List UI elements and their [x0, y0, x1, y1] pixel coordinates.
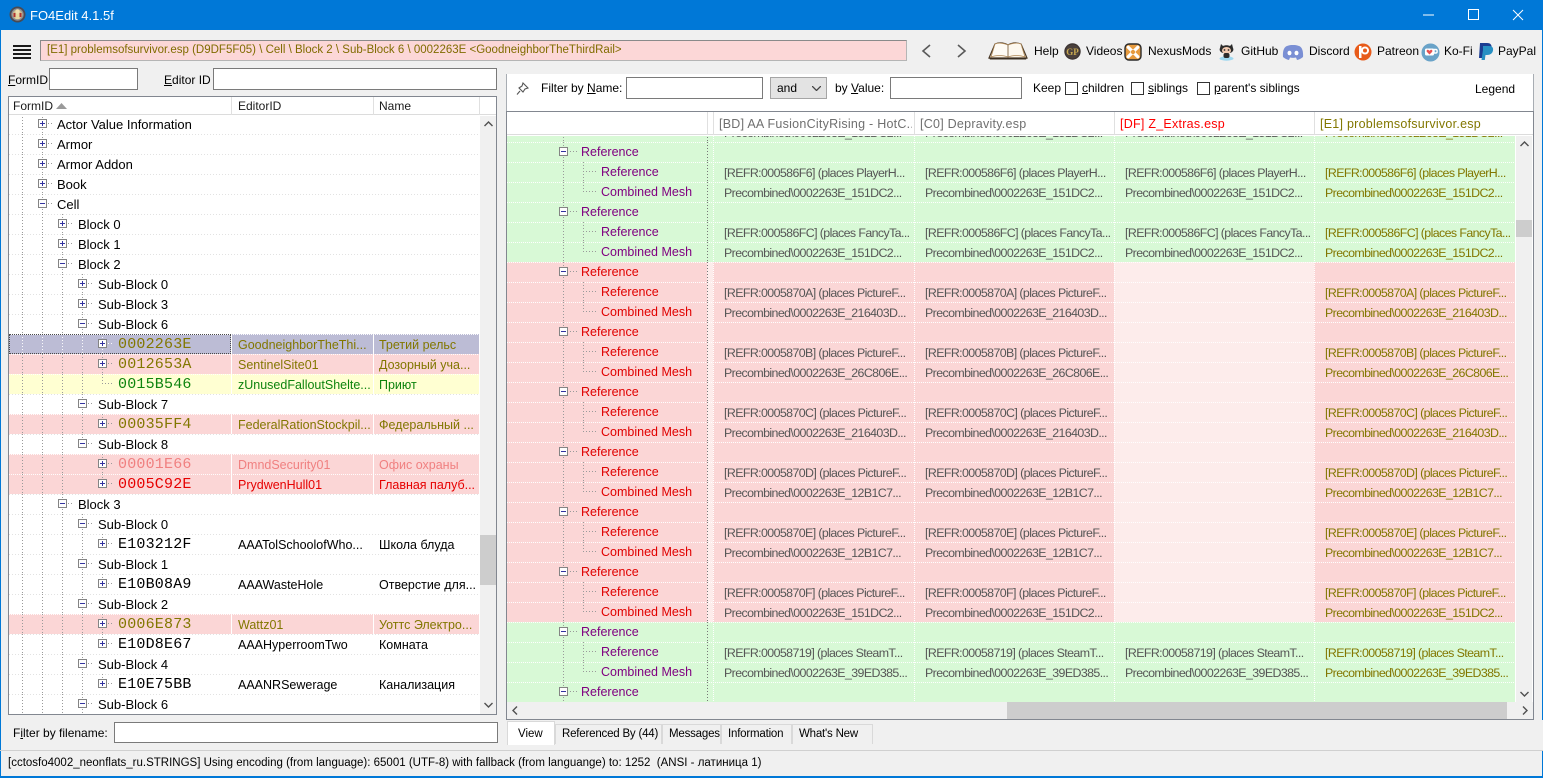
svg-text:GP: GP	[1066, 47, 1079, 57]
